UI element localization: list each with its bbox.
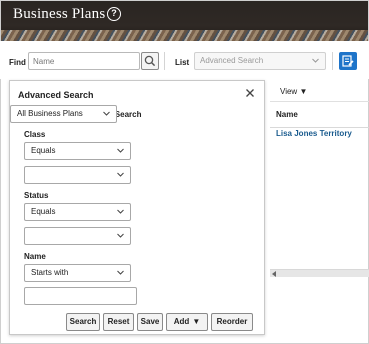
search-button[interactable] xyxy=(141,52,159,70)
advanced-search-title: Advanced Search xyxy=(18,90,94,100)
table-header: Name xyxy=(270,101,369,128)
saved-search-value: All Business Plans xyxy=(17,109,83,118)
class-operator-select[interactable]: Equals xyxy=(24,142,131,160)
class-value-select[interactable] xyxy=(24,166,131,184)
name-operator-select[interactable]: Starts with xyxy=(24,264,131,282)
create-plan-button[interactable] xyxy=(339,52,357,70)
edit-document-icon xyxy=(342,55,354,67)
chevron-down-icon xyxy=(117,148,124,153)
list-label: List xyxy=(175,58,190,67)
name-value-input[interactable] xyxy=(24,287,137,305)
chevron-down-icon xyxy=(312,58,319,63)
list-select-value: Advanced Search xyxy=(200,56,264,65)
saved-search-select[interactable]: All Business Plans xyxy=(10,105,117,123)
results-panel: View ▼ Name Lisa Jones Territory xyxy=(270,80,369,335)
toolbar-divider-right xyxy=(332,52,333,70)
chevron-down-icon xyxy=(103,111,110,116)
class-label: Class xyxy=(24,130,46,139)
status-operator-value: Equals xyxy=(31,207,56,216)
chevron-down-icon xyxy=(117,172,124,177)
search-icon xyxy=(144,55,156,67)
view-menu[interactable]: View ▼ xyxy=(280,87,307,96)
chevron-down-icon xyxy=(117,233,124,238)
class-operator-value: Equals xyxy=(31,146,56,155)
chevron-down-icon xyxy=(117,270,124,275)
name-label: Name xyxy=(24,252,46,261)
save-button[interactable]: Save xyxy=(137,313,163,331)
add-button-label: Add xyxy=(173,317,190,326)
add-button[interactable]: Add ▼ xyxy=(166,313,208,331)
horizontal-scrollbar[interactable] xyxy=(270,269,369,277)
status-value-select[interactable] xyxy=(24,227,131,245)
advanced-search-panel: Advanced Search Saved Search All Busines… xyxy=(9,80,265,335)
close-icon[interactable] xyxy=(244,87,256,99)
table-row-link[interactable]: Lisa Jones Territory xyxy=(276,129,352,138)
caret-down-icon: ▼ xyxy=(299,87,308,96)
page-title: Business Plans xyxy=(13,6,106,22)
find-label: Find xyxy=(9,58,26,67)
reorder-button[interactable]: Reorder xyxy=(211,313,253,331)
view-menu-label: View xyxy=(280,87,298,96)
find-input[interactable] xyxy=(28,52,140,70)
status-label: Status xyxy=(24,191,49,200)
toolbar-divider xyxy=(164,52,165,70)
header-pattern xyxy=(1,30,368,41)
chevron-down-icon xyxy=(117,209,124,214)
list-select[interactable]: Advanced Search xyxy=(194,52,326,70)
column-header-name[interactable]: Name xyxy=(276,110,298,119)
name-operator-value: Starts with xyxy=(31,268,69,277)
reset-button[interactable]: Reset xyxy=(103,313,134,331)
scroll-left-icon[interactable] xyxy=(272,271,276,277)
caret-down-icon: ▼ xyxy=(192,317,201,326)
search-button[interactable]: Search xyxy=(66,313,100,331)
help-icon[interactable]: ? xyxy=(107,7,121,21)
status-operator-select[interactable]: Equals xyxy=(24,203,131,221)
page-header: Business Plans ? xyxy=(1,1,368,41)
